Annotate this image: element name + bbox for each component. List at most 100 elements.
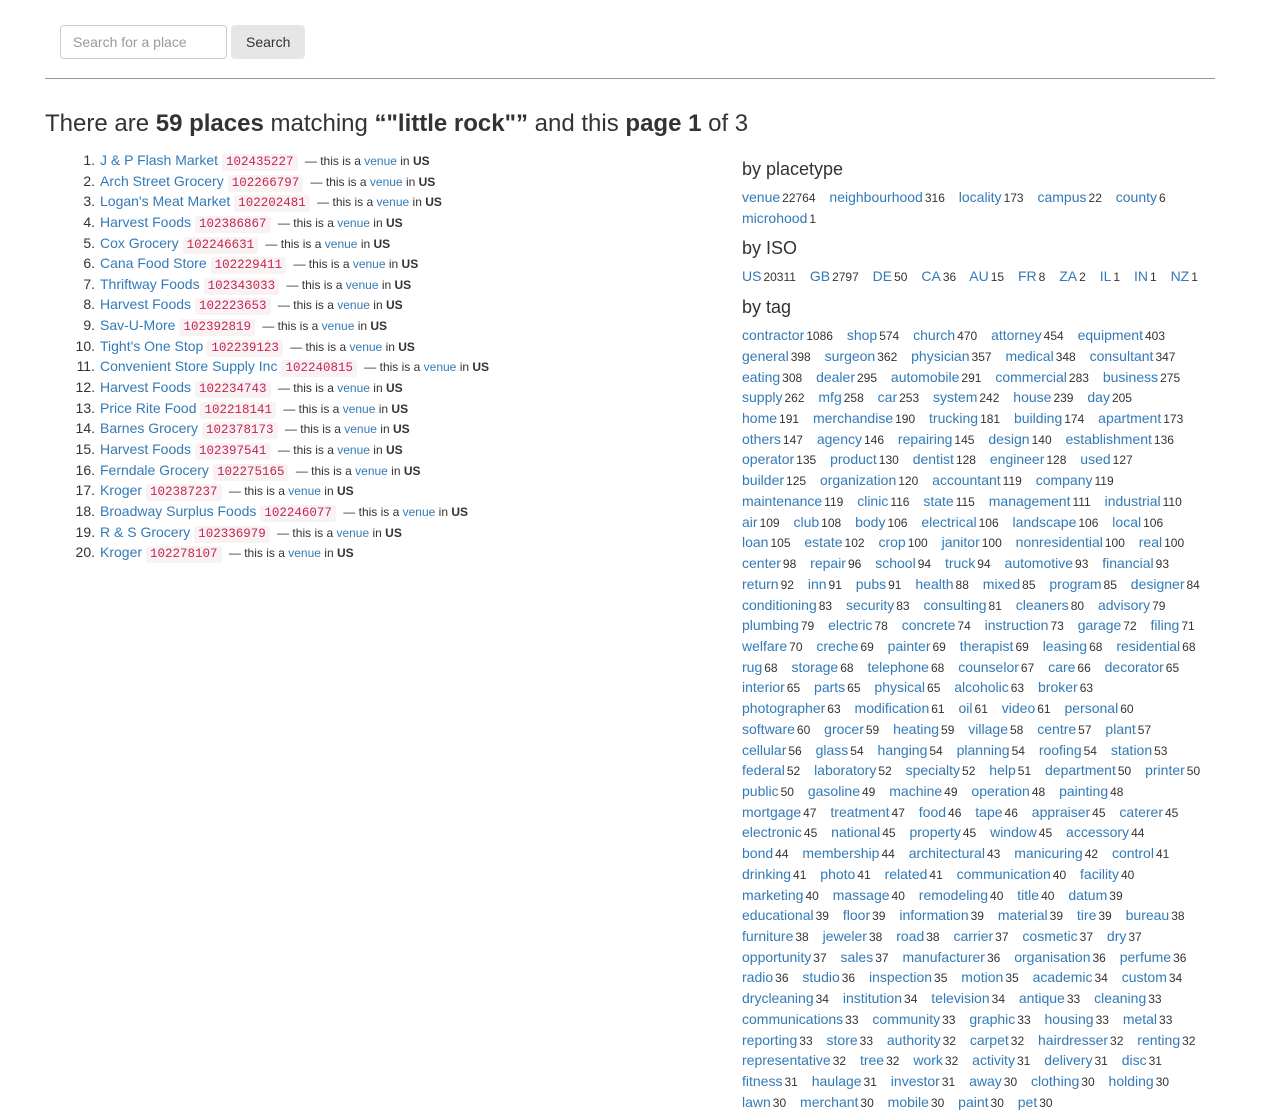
facet-link[interactable]: electrical [921,514,976,530]
facet-link[interactable]: jeweler [823,928,867,944]
facet-link[interactable]: help [989,762,1015,778]
facet-link[interactable]: photo [820,866,855,882]
facet-link[interactable]: hairdresser [1038,1032,1108,1048]
facet-link[interactable]: parts [814,679,845,695]
facet-link[interactable]: garage [1078,617,1122,633]
facet-link[interactable]: educational [742,907,814,923]
facet-link[interactable]: massage [833,887,890,903]
facet-link[interactable]: holding [1109,1073,1154,1089]
facet-link[interactable]: industrial [1105,493,1161,509]
place-link[interactable]: Cox Grocery [100,235,179,251]
facet-link[interactable]: conditioning [742,597,817,613]
facet-link[interactable]: landscape [1013,514,1077,530]
facet-link[interactable]: FR [1018,268,1037,284]
facet-link[interactable]: housing [1045,1011,1094,1027]
facet-link[interactable]: electronic [742,824,802,840]
facet-link[interactable]: eating [742,369,780,385]
facet-link[interactable]: fitness [742,1073,782,1089]
facet-link[interactable]: lawn [742,1094,771,1110]
facet-link[interactable]: cleaners [1016,597,1069,613]
facet-link[interactable]: television [931,990,989,1006]
facet-link[interactable]: mixed [983,576,1020,592]
facet-link[interactable]: day [1087,389,1110,405]
facet-link[interactable]: marketing [742,887,803,903]
facet-link[interactable]: school [875,555,915,571]
search-button[interactable]: Search [231,25,306,59]
facet-link[interactable]: inspection [869,969,932,985]
facet-link[interactable]: haulage [812,1073,862,1089]
facet-link[interactable]: program [1049,576,1101,592]
facet-link[interactable]: builder [742,472,784,488]
facet-link[interactable]: personal [1064,700,1118,716]
facet-link[interactable]: home [742,410,777,426]
facet-link[interactable]: creche [816,638,858,654]
facet-link[interactable]: membership [802,845,879,861]
facet-link[interactable]: interior [742,679,785,695]
facet-link[interactable]: specialty [906,762,960,778]
facet-link[interactable]: electric [828,617,872,633]
facet-link[interactable]: store [827,1032,858,1048]
facet-link[interactable]: GB [810,268,830,284]
facet-link[interactable]: establishment [1066,431,1152,447]
facet-link[interactable]: ZA [1059,268,1077,284]
facet-link[interactable]: return [742,576,779,592]
facet-link[interactable]: tape [975,804,1002,820]
facet-link[interactable]: floor [843,907,870,923]
facet-link[interactable]: building [1014,410,1062,426]
facet-link[interactable]: trucking [929,410,978,426]
facet-link[interactable]: organization [820,472,896,488]
facet-link[interactable]: motion [961,969,1003,985]
facet-link[interactable]: work [913,1052,943,1068]
facet-link[interactable]: automobile [891,369,960,385]
facet-link[interactable]: department [1045,762,1116,778]
facet-link[interactable]: perfume [1120,949,1171,965]
facet-link[interactable]: CA [921,268,940,284]
facet-link[interactable]: bureau [1126,907,1170,923]
facet-link[interactable]: car [878,389,897,405]
facet-link[interactable]: activity [972,1052,1015,1068]
facet-link[interactable]: caterer [1119,804,1163,820]
placetype-link[interactable]: venue [337,298,370,312]
place-link[interactable]: Kroger [100,544,142,560]
facet-link[interactable]: church [913,327,955,343]
facet-link[interactable]: shop [847,327,877,343]
place-link[interactable]: J & P Flash Market [100,152,218,168]
placetype-link[interactable]: venue [336,526,369,540]
facet-link[interactable]: consultant [1090,348,1154,364]
facet-link[interactable]: grocer [824,721,864,737]
facet-link[interactable]: system [933,389,977,405]
facet-link[interactable]: mfg [818,389,841,405]
facet-link[interactable]: photographer [742,700,825,716]
facet-link[interactable]: road [896,928,924,944]
facet-link[interactable]: academic [1033,969,1093,985]
facet-link[interactable]: renting [1137,1032,1180,1048]
facet-link[interactable]: nonresidential [1016,534,1103,550]
facet-link[interactable]: sales [841,949,874,965]
place-link[interactable]: Cana Food Store [100,255,207,271]
facet-link[interactable]: used [1080,451,1110,467]
facet-link[interactable]: dentist [913,451,954,467]
placetype-link[interactable]: venue [288,546,321,560]
facet-link[interactable]: concrete [902,617,956,633]
facet-link[interactable]: operation [971,783,1029,799]
facet-link[interactable]: IN [1134,268,1148,284]
facet-link[interactable]: DE [873,268,892,284]
facet-link[interactable]: club [793,514,819,530]
placetype-link[interactable]: venue [353,257,386,271]
facet-link[interactable]: federal [742,762,785,778]
place-link[interactable]: Harvest Foods [100,379,191,395]
facet-link[interactable]: others [742,431,781,447]
facet-link[interactable]: dry [1107,928,1126,944]
placetype-link[interactable]: venue [325,237,358,251]
place-link[interactable]: Tight's One Stop [100,338,203,354]
facet-link[interactable]: radio [742,969,773,985]
facet-link[interactable]: datum [1068,887,1107,903]
placetype-link[interactable]: venue [350,340,383,354]
facet-link[interactable]: antique [1019,990,1065,1006]
facet-link[interactable]: communication [957,866,1051,882]
facet-link[interactable]: material [998,907,1048,923]
facet-link[interactable]: loan [742,534,768,550]
facet-link[interactable]: related [885,866,928,882]
facet-link[interactable]: video [1002,700,1035,716]
facet-link[interactable]: food [919,804,946,820]
